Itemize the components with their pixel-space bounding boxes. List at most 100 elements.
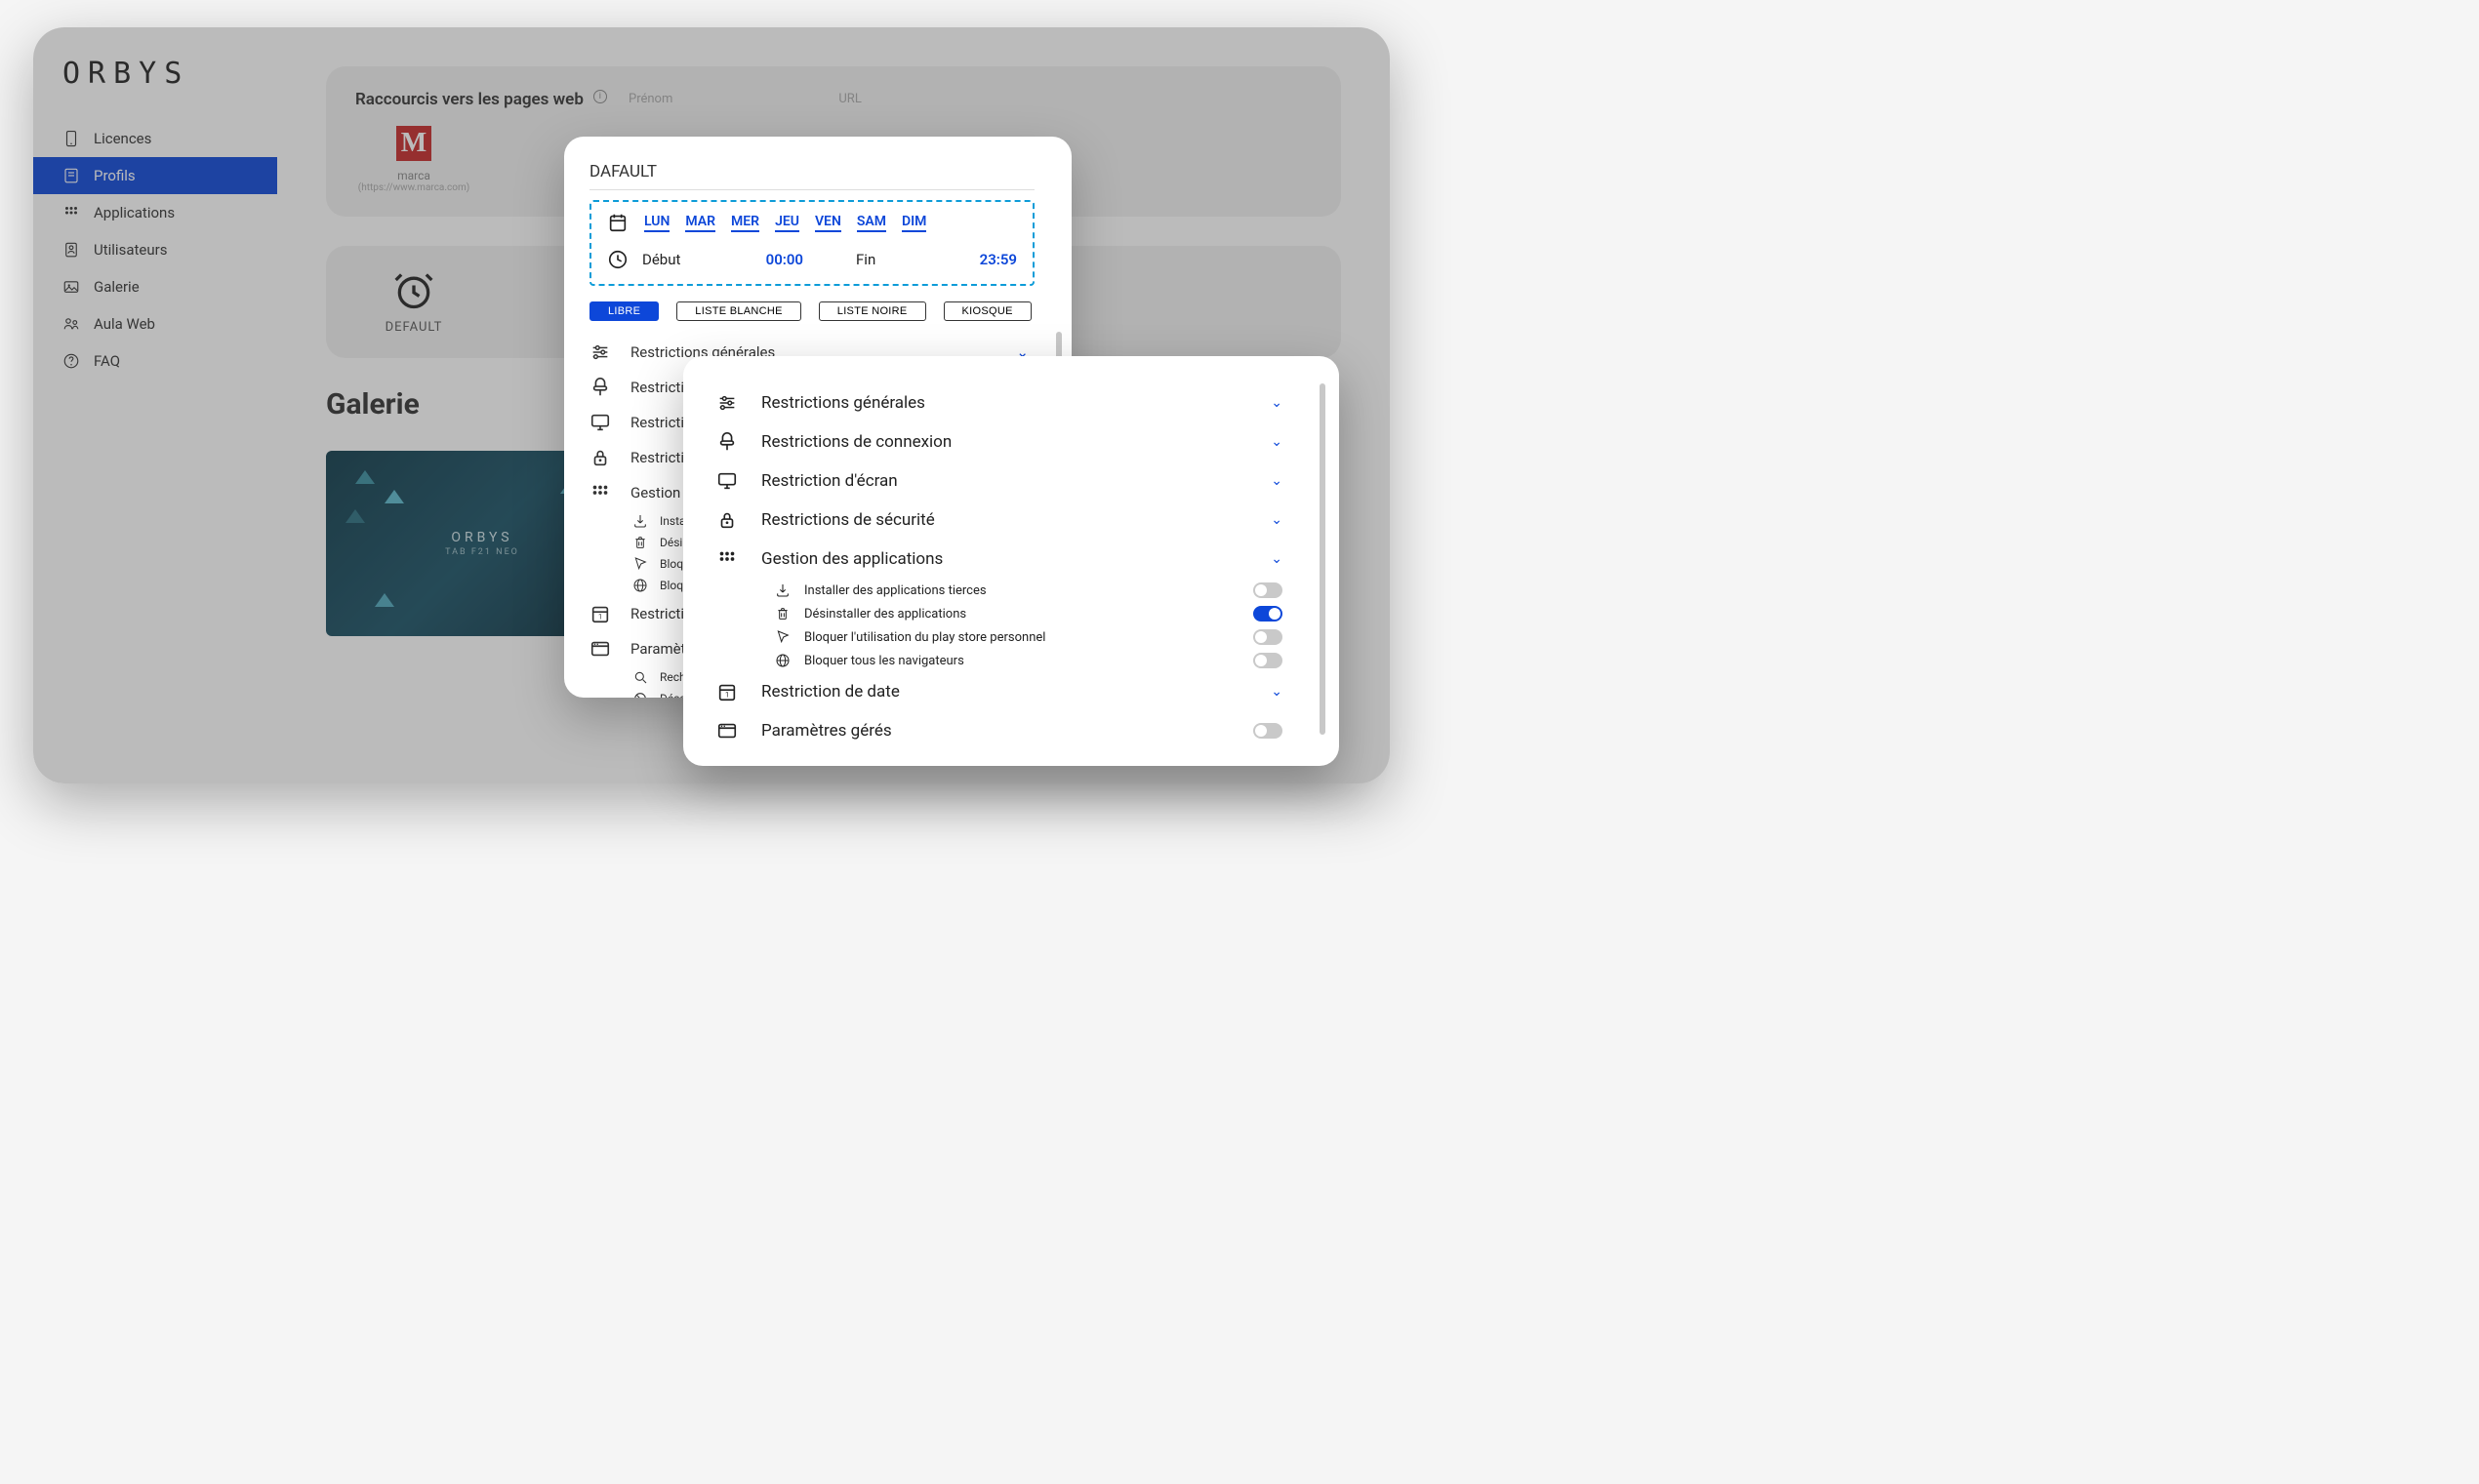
calendar-1-icon (589, 603, 611, 624)
people-icon (62, 315, 80, 333)
thumb-title: ORBYS (445, 530, 519, 545)
r2-ecran[interactable]: Restriction d'écran⌄ (716, 461, 1320, 501)
nav-label: Licences (94, 130, 151, 147)
default-profile[interactable]: DEFAULT (355, 269, 472, 335)
image-icon (62, 278, 80, 296)
nav-label: Aula Web (94, 315, 155, 333)
help-icon (62, 352, 80, 370)
end-label: Fin (856, 251, 966, 268)
toggle-install[interactable] (1253, 582, 1282, 598)
day-mar[interactable]: MAR (685, 214, 715, 232)
monitor-icon (589, 412, 611, 433)
clock-icon (607, 249, 629, 270)
chevron-down-icon: ⌄ (1271, 473, 1282, 489)
shortcuts-title: Raccourcis vers les pages web (355, 90, 584, 109)
lock-icon (716, 509, 738, 531)
r2-apps[interactable]: Gestion des applications⌄ (716, 540, 1320, 579)
chevron-down-icon: ⌄ (1271, 684, 1282, 700)
day-jeu[interactable]: JEU (775, 214, 799, 232)
thumb-subtitle: TAB F21 NEO (445, 547, 519, 557)
apps-icon (62, 204, 80, 221)
nav-faq[interactable]: FAQ (33, 342, 277, 380)
nav-licences[interactable]: Licences (33, 120, 277, 157)
day-mer[interactable]: MER (731, 214, 759, 232)
s2-install: Installer des applications tierces (775, 579, 1320, 602)
plug-icon (716, 431, 738, 453)
trash-icon (632, 535, 648, 550)
browser-icon (716, 720, 738, 742)
off-icon (632, 691, 648, 698)
nav-label: Galerie (94, 278, 140, 296)
trash-icon (775, 606, 791, 622)
start-label: Début (642, 251, 752, 268)
s2-block-store: Bloquer l'utilisation du play store pers… (775, 625, 1320, 649)
toggle-block-store[interactable] (1253, 629, 1282, 645)
start-time[interactable]: 00:00 (766, 251, 803, 268)
mode-liste-blanche[interactable]: LISTE BLANCHE (676, 301, 800, 321)
apps-icon (589, 482, 611, 503)
r2-managed[interactable]: Paramètres gérés (716, 711, 1320, 750)
field-url: URL (838, 92, 861, 106)
nav-aula-web[interactable]: Aula Web (33, 305, 277, 342)
toggle-uninstall[interactable] (1253, 606, 1282, 622)
nav-profils[interactable]: Profils (33, 157, 277, 194)
s2-uninstall: Désinstaller des applications (775, 602, 1320, 625)
globe-icon (775, 653, 791, 668)
r2-generales[interactable]: Restrictions générales⌄ (716, 383, 1320, 422)
nav-label: Applications (94, 204, 175, 221)
r2-date[interactable]: Restriction de date⌄ (716, 672, 1320, 711)
cursor-icon (632, 556, 648, 572)
default-label: DEFAULT (355, 320, 472, 335)
s2-block-browsers: Bloquer tous les navigateurs (775, 649, 1320, 672)
sliders-icon (716, 392, 738, 414)
phone-icon (62, 130, 80, 147)
monitor-icon (716, 470, 738, 492)
browser-icon (589, 638, 611, 660)
plug-icon (589, 377, 611, 398)
mode-liste-noire[interactable]: LISTE NOIRE (819, 301, 926, 321)
chevron-down-icon: ⌄ (1271, 395, 1282, 411)
schedule-box: LUN MAR MER JEU VEN SAM DIM Début 00:00 … (589, 200, 1035, 286)
marca-icon: M (396, 126, 431, 161)
shortcut-marca[interactable]: M marca (https://www.marca.com) (355, 126, 472, 193)
info-icon[interactable]: i (593, 90, 607, 103)
day-dim[interactable]: DIM (902, 214, 926, 232)
mode-kiosque[interactable]: KIOSQUE (944, 301, 1032, 321)
shortcut-url: (https://www.marca.com) (355, 182, 472, 193)
calendar-1-icon (716, 681, 738, 702)
download-icon (632, 513, 648, 529)
nav-label: Profils (94, 167, 136, 184)
user-icon (62, 241, 80, 259)
shortcut-name: marca (355, 169, 472, 182)
restrictions-popup: Restrictions générales⌄ Restrictions de … (683, 356, 1339, 766)
day-ven[interactable]: VEN (815, 214, 841, 232)
logo: ORBYS (33, 57, 277, 120)
r2-connexion[interactable]: Restrictions de connexion⌄ (716, 422, 1320, 461)
chevron-down-icon: ⌄ (1271, 551, 1282, 567)
search-icon (632, 669, 648, 685)
mode-libre[interactable]: LIBRE (589, 301, 659, 321)
calendar-icon (607, 212, 629, 233)
profile-icon (62, 167, 80, 184)
day-lun[interactable]: LUN (644, 214, 670, 232)
sliders-icon (589, 341, 611, 363)
sidebar: ORBYS Licences Profils Applications Util… (33, 27, 277, 783)
day-sam[interactable]: SAM (857, 214, 886, 232)
toggle-managed[interactable] (1253, 723, 1282, 739)
chevron-down-icon: ⌄ (1271, 434, 1282, 450)
nav-utilisateurs[interactable]: Utilisateurs (33, 231, 277, 268)
nav-applications[interactable]: Applications (33, 194, 277, 231)
chevron-down-icon: ⌄ (1271, 512, 1282, 528)
end-time[interactable]: 23:59 (980, 251, 1017, 268)
apps-icon (716, 548, 738, 570)
r2-securite[interactable]: Restrictions de sécurité⌄ (716, 501, 1320, 540)
toggle-block-browsers[interactable] (1253, 653, 1282, 668)
scrollbar[interactable] (1320, 383, 1325, 735)
nav-label: Utilisateurs (94, 241, 167, 259)
alarm-icon (392, 269, 435, 312)
cursor-icon (775, 629, 791, 645)
nav-label: FAQ (94, 352, 120, 370)
nav-galerie[interactable]: Galerie (33, 268, 277, 305)
field-prenom: Prénom (629, 92, 672, 106)
popup-title: DAFAULT (589, 162, 1035, 190)
